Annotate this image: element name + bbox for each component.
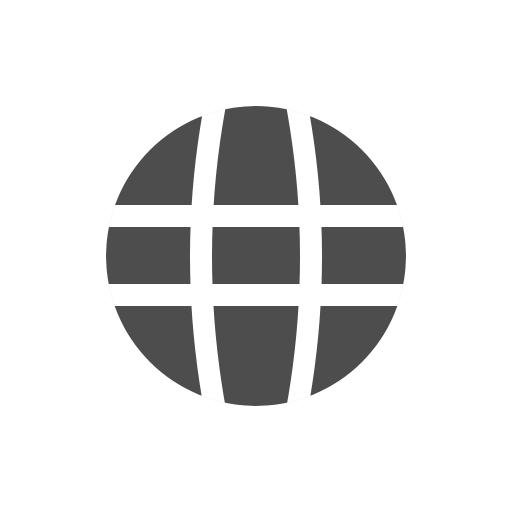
latitude-gap-bottom xyxy=(106,284,406,306)
latitude-gap-top xyxy=(106,205,406,227)
globe-disc xyxy=(106,106,406,406)
icon-canvas xyxy=(0,0,512,512)
globe-icon xyxy=(106,106,406,406)
